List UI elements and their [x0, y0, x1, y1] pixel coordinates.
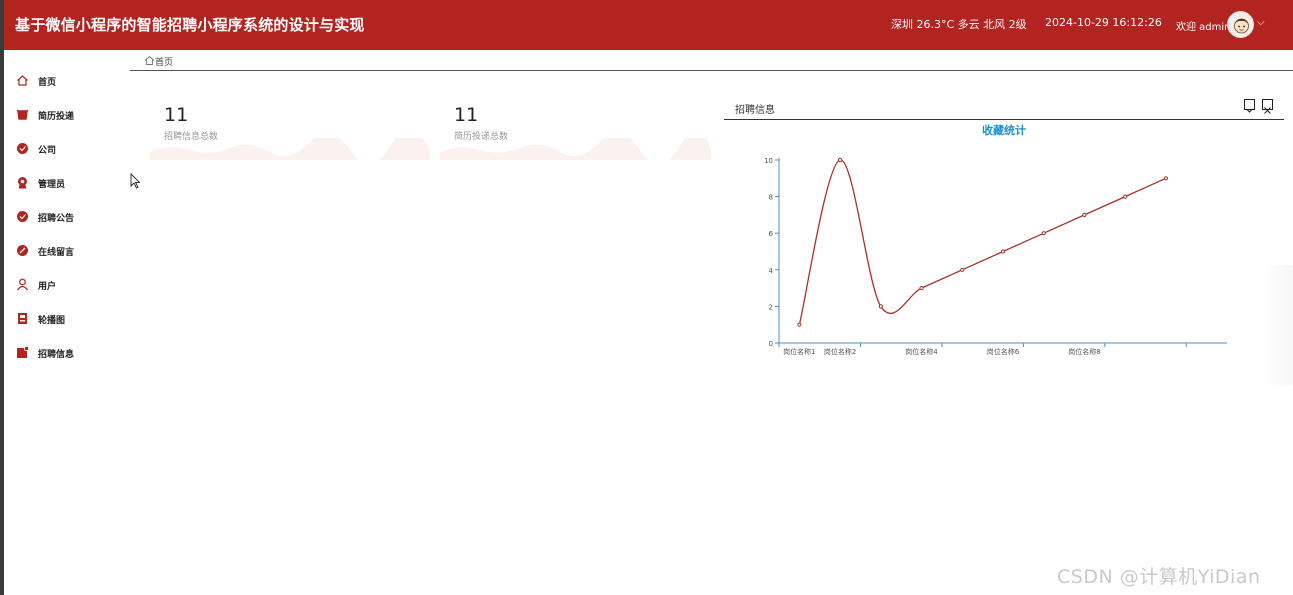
- panel-header: 招聘信息: [724, 96, 1284, 120]
- sidebar-item-resume[interactable]: 简历投递: [4, 100, 130, 130]
- stat-value: 11: [454, 104, 479, 126]
- stat-card-jobs: 11 招聘信息总数: [150, 104, 430, 160]
- home-icon: [17, 75, 28, 86]
- user-avatar[interactable]: [1227, 11, 1254, 38]
- breadcrumb-home-icon[interactable]: [144, 55, 155, 66]
- weather-info: 深圳 26.3°C 多云 北风 2级: [891, 18, 1027, 31]
- sidebar-item-job[interactable]: 招聘信息: [4, 338, 130, 368]
- stat-wave-decoration: [150, 138, 430, 160]
- panel-title: 招聘信息: [735, 105, 775, 116]
- sidebar-item-home[interactable]: 首页: [4, 66, 130, 96]
- sidebar-item-label: 管理员: [38, 180, 66, 190]
- sidebar-item-notice[interactable]: 招聘公告: [4, 202, 130, 232]
- message-icon: [17, 245, 28, 256]
- breadcrumb-home[interactable]: 首页: [155, 55, 173, 68]
- job-info-panel: 招聘信息 收藏统计: [724, 96, 1284, 356]
- sidebar-item-label: 首页: [38, 78, 57, 88]
- avatar-face-icon: [1234, 18, 1249, 34]
- sidebar-item-label: 轮播图: [38, 316, 66, 326]
- app-title: 基于微信小程序的智能招聘小程序系统的设计与实现: [15, 16, 365, 34]
- sidebar-item-company[interactable]: 公司: [4, 134, 130, 164]
- sidebar: 首页 简历投递 公司 管理员 招聘公告 在线留言 用户 轮播图 招聘信息: [4, 50, 130, 595]
- stat-card-resumes: 11 简历投递总数: [440, 104, 711, 160]
- sidebar-item-label: 招聘公告: [38, 214, 75, 224]
- welcome-text: 欢迎 admin: [1176, 22, 1231, 33]
- chart-title: 收藏统计: [982, 124, 1026, 137]
- resume-icon: [16, 109, 29, 120]
- user-menu-caret-icon[interactable]: ⌵: [1257, 17, 1265, 28]
- chevron-down-icon: [1246, 108, 1253, 113]
- user-icon: [17, 278, 28, 291]
- carousel-icon: [18, 313, 27, 324]
- breadcrumb: 首页: [130, 53, 1293, 71]
- collapse-button[interactable]: [1244, 99, 1255, 113]
- current-datetime: 2024-10-29 16:12:26: [1045, 16, 1162, 29]
- sidebar-item-label: 简历投递: [38, 112, 75, 122]
- job-icon: [17, 346, 29, 358]
- sidebar-item-message[interactable]: 在线留言: [4, 236, 130, 266]
- scroll-shadow: [1262, 265, 1293, 385]
- watermark: CSDN @计算机YiDian: [1057, 566, 1261, 588]
- sidebar-item-label: 公司: [38, 146, 57, 156]
- stat-wave-decoration: [440, 138, 711, 160]
- sidebar-item-admin[interactable]: 管理员: [4, 168, 130, 198]
- sidebar-item-label: 在线留言: [38, 248, 75, 258]
- sidebar-item-label: 用户: [38, 282, 57, 292]
- top-header: 基于微信小程序的智能招聘小程序系统的设计与实现 深圳 26.3°C 多云 北风 …: [4, 0, 1293, 50]
- close-icon: [1264, 107, 1271, 114]
- sidebar-item-label: 招聘信息: [38, 350, 75, 360]
- mouse-cursor-icon: [130, 173, 141, 189]
- sidebar-item-user[interactable]: 用户: [4, 270, 130, 300]
- notice-icon: [17, 211, 28, 222]
- close-button[interactable]: [1262, 99, 1273, 114]
- company-icon: [17, 143, 28, 154]
- stat-value: 11: [164, 104, 189, 126]
- app-window: 基于微信小程序的智能招聘小程序系统的设计与实现 深圳 26.3°C 多云 北风 …: [0, 0, 1293, 595]
- sidebar-item-carousel[interactable]: 轮播图: [4, 304, 130, 334]
- admin-icon: [18, 177, 27, 189]
